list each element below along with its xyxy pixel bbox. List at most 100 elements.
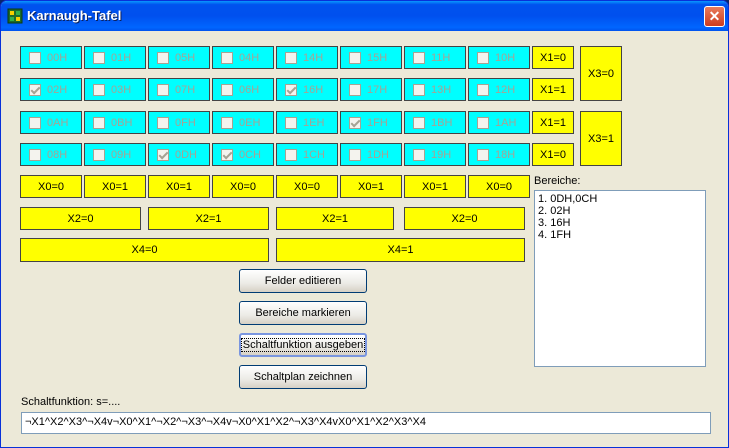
- cell-checkbox[interactable]: [413, 148, 425, 161]
- cell-checkbox[interactable]: [413, 51, 425, 64]
- cell-label: 17H: [367, 83, 388, 96]
- karnaugh-cell[interactable]: 05H: [148, 46, 210, 69]
- cell-checkbox[interactable]: [285, 116, 297, 129]
- mark-areas-button[interactable]: Bereiche markieren: [239, 301, 367, 325]
- karnaugh-cell[interactable]: 01H: [84, 46, 146, 69]
- cell-checkbox[interactable]: [29, 51, 41, 64]
- cell-checkbox[interactable]: [477, 51, 489, 64]
- karnaugh-cell[interactable]: 1FH: [340, 111, 402, 134]
- cell-checkbox[interactable]: [29, 116, 41, 129]
- areas-list[interactable]: 1. 0DH,0CH 2. 02H 3. 16H 4. 1FH: [534, 190, 706, 367]
- karnaugh-cell[interactable]: 04H: [212, 46, 274, 69]
- cell-label: 03H: [111, 83, 132, 96]
- cell-label: 04H: [239, 51, 260, 64]
- karnaugh-cell[interactable]: 00H: [20, 46, 82, 69]
- cell-label: 02H: [47, 83, 68, 96]
- cell-checkbox[interactable]: [477, 116, 489, 129]
- cell-checkbox[interactable]: [93, 116, 105, 129]
- x2-label: X2=0: [404, 207, 525, 230]
- title-bar[interactable]: Karnaugh-Tafel ✕: [1, 1, 728, 31]
- karnaugh-cell[interactable]: 0EH: [212, 111, 274, 134]
- cell-checkbox[interactable]: [221, 51, 233, 64]
- karnaugh-cell[interactable]: 1AH: [468, 111, 530, 134]
- cell-label: 1DH: [367, 148, 390, 161]
- list-item[interactable]: 2. 02H: [538, 205, 702, 217]
- list-item[interactable]: 3. 16H: [538, 217, 702, 229]
- cell-checkbox[interactable]: [93, 148, 105, 161]
- list-item[interactable]: 4. 1FH: [538, 229, 702, 241]
- x0-label: X0=0: [276, 175, 338, 198]
- cell-checkbox[interactable]: [29, 83, 41, 96]
- edit-fields-label: Felder editieren: [264, 275, 342, 287]
- karnaugh-cell[interactable]: 07H: [148, 78, 210, 101]
- cell-label: 1BH: [431, 116, 453, 129]
- cell-checkbox[interactable]: [285, 148, 297, 161]
- karnaugh-cell[interactable]: 14H: [276, 46, 338, 69]
- cell-checkbox[interactable]: [29, 148, 41, 161]
- draw-plan-button[interactable]: Schaltplan zeichnen: [239, 365, 367, 389]
- function-output-field[interactable]: ¬X1^X2^X3^¬X4v¬X0^X1^¬X2^¬X3^¬X4v¬X0^X1^…: [21, 412, 711, 434]
- output-function-button[interactable]: Schaltfunktion ausgeben: [239, 333, 367, 357]
- x2-label: X2=0: [20, 207, 141, 230]
- cell-checkbox[interactable]: [477, 148, 489, 161]
- karnaugh-cell[interactable]: 11H: [404, 46, 466, 69]
- cell-checkbox[interactable]: [221, 116, 233, 129]
- cell-checkbox[interactable]: [157, 116, 169, 129]
- cell-checkbox[interactable]: [285, 83, 297, 96]
- cell-label: 14H: [303, 51, 324, 64]
- x0-label: X0=0: [20, 175, 82, 198]
- karnaugh-cell[interactable]: 12H: [468, 78, 530, 101]
- cell-checkbox[interactable]: [477, 83, 489, 96]
- cell-checkbox[interactable]: [413, 83, 425, 96]
- cell-checkbox[interactable]: [413, 116, 425, 129]
- cell-label: 16H: [303, 83, 324, 96]
- x1-label: X1=1: [532, 78, 574, 101]
- karnaugh-cell[interactable]: 0AH: [20, 111, 82, 134]
- karnaugh-cell[interactable]: 10H: [468, 46, 530, 69]
- karnaugh-cell[interactable]: 15H: [340, 46, 402, 69]
- cell-checkbox[interactable]: [349, 83, 361, 96]
- cell-checkbox[interactable]: [157, 51, 169, 64]
- cell-checkbox[interactable]: [349, 51, 361, 64]
- cell-checkbox[interactable]: [285, 51, 297, 64]
- x4-label: X4=0: [20, 238, 269, 262]
- cell-label: 15H: [367, 51, 388, 64]
- karnaugh-cell[interactable]: 0BH: [84, 111, 146, 134]
- karnaugh-cell[interactable]: 06H: [212, 78, 274, 101]
- cell-checkbox[interactable]: [93, 51, 105, 64]
- karnaugh-cell[interactable]: 1BH: [404, 111, 466, 134]
- cell-checkbox[interactable]: [93, 83, 105, 96]
- karnaugh-cell[interactable]: 1CH: [276, 143, 338, 166]
- x2-label: X2=1: [276, 207, 394, 230]
- cell-label: 08H: [47, 148, 68, 161]
- areas-label: Bereiche:: [534, 175, 581, 187]
- cell-checkbox[interactable]: [221, 148, 233, 161]
- cell-label: 0BH: [111, 116, 133, 129]
- karnaugh-cell[interactable]: 0CH: [212, 143, 274, 166]
- cell-checkbox[interactable]: [349, 148, 361, 161]
- karnaugh-cell[interactable]: 0DH: [148, 143, 210, 166]
- cell-checkbox[interactable]: [157, 148, 169, 161]
- karnaugh-cell[interactable]: 03H: [84, 78, 146, 101]
- list-item[interactable]: 1. 0DH,0CH: [538, 193, 702, 205]
- karnaugh-cell[interactable]: 09H: [84, 143, 146, 166]
- cell-checkbox[interactable]: [157, 83, 169, 96]
- cell-label: 1CH: [303, 148, 326, 161]
- karnaugh-cell[interactable]: 1DH: [340, 143, 402, 166]
- karnaugh-cell[interactable]: 13H: [404, 78, 466, 101]
- karnaugh-cell[interactable]: 1EH: [276, 111, 338, 134]
- cell-checkbox[interactable]: [349, 116, 361, 129]
- karnaugh-cell[interactable]: 16H: [276, 78, 338, 101]
- x0-label: X0=0: [212, 175, 274, 198]
- x0-label: X0=0: [468, 175, 530, 198]
- karnaugh-cell[interactable]: 18H: [468, 143, 530, 166]
- cell-checkbox[interactable]: [221, 83, 233, 96]
- cell-label: 11H: [431, 51, 451, 64]
- edit-fields-button[interactable]: Felder editieren: [239, 269, 367, 293]
- karnaugh-cell[interactable]: 08H: [20, 143, 82, 166]
- karnaugh-cell[interactable]: 02H: [20, 78, 82, 101]
- karnaugh-cell[interactable]: 0FH: [148, 111, 210, 134]
- karnaugh-cell[interactable]: 17H: [340, 78, 402, 101]
- karnaugh-cell[interactable]: 19H: [404, 143, 466, 166]
- close-button[interactable]: ✕: [704, 6, 725, 27]
